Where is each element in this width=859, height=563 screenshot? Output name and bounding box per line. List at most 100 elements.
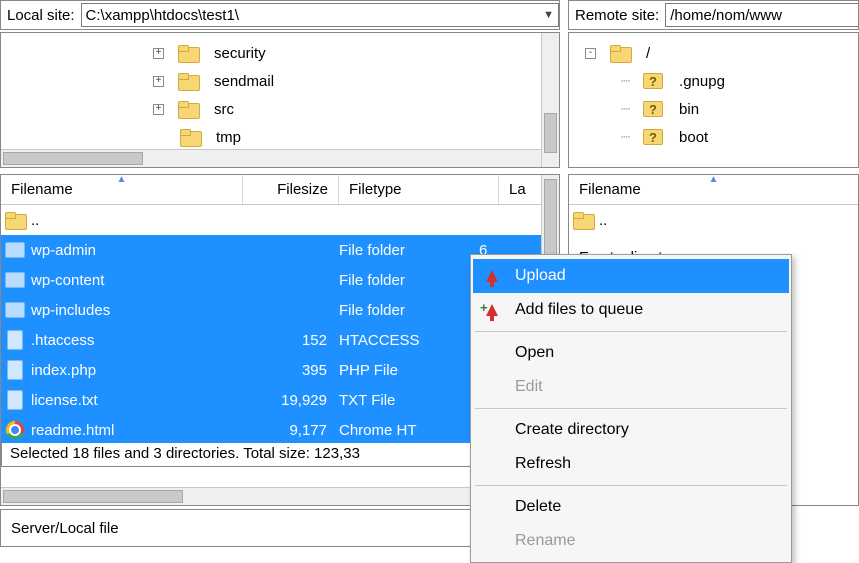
table-row[interactable]: readme.html9,177Chrome HT	[1, 415, 541, 445]
file-name: ..	[29, 212, 243, 229]
table-row[interactable]: wp-includes File folder	[1, 295, 541, 325]
local-tree-hscroll[interactable]	[1, 149, 541, 167]
folder-icon	[178, 45, 198, 61]
menu-item-label: Delete	[515, 498, 561, 516]
file-name: license.txt	[29, 392, 243, 409]
file-size: 9,177	[243, 422, 339, 439]
file-name: wp-content	[29, 272, 243, 289]
menu-item-label: Upload	[515, 267, 566, 285]
menu-item-label: Open	[515, 344, 554, 362]
tree-item[interactable]: ┈?.gnupg	[577, 67, 854, 95]
file-name: wp-admin	[29, 242, 243, 259]
tree-item[interactable]: -/	[577, 39, 854, 67]
tree-item[interactable]: ┈?boot	[577, 123, 854, 151]
menu-item-upload[interactable]: Upload	[473, 259, 789, 293]
file-name: index.php	[29, 362, 243, 379]
local-site-bar: Local site: C:\xampp\htdocs\test1\ ▼	[0, 0, 560, 30]
file-icon	[7, 360, 23, 380]
tree-item[interactable]: + sendmail	[9, 67, 555, 95]
folder-icon	[5, 242, 25, 258]
queue-col-server-local: Server/Local file	[11, 520, 119, 537]
col-filetype[interactable]: Filetype	[339, 175, 499, 204]
col-filename[interactable]: ▲ Filename	[1, 175, 243, 204]
folder-icon	[178, 101, 198, 117]
parent-dir: ..	[597, 212, 811, 229]
remote-site-bar: Remote site: /home/nom/www	[568, 0, 859, 30]
file-name: .htaccess	[29, 332, 243, 349]
menu-item-rename: Rename	[473, 524, 789, 558]
remote-tree-pane: -/┈?.gnupg┈?bin┈?boot	[568, 32, 859, 168]
file-type: TXT File	[339, 392, 479, 409]
menu-item-label: Create directory	[515, 421, 629, 439]
menu-item-create-directory[interactable]: Create directory	[473, 413, 789, 447]
tree-item[interactable]: +src	[9, 95, 555, 123]
sort-asc-icon: ▲	[117, 174, 127, 185]
tree-item-label: /	[646, 45, 650, 62]
menu-separator	[475, 408, 787, 409]
file-size: 395	[243, 362, 339, 379]
local-tree-pane: + security + sendmail +srctmp	[0, 32, 560, 168]
table-row[interactable]: wp-content File folder	[1, 265, 541, 295]
context-menu: Upload Add files to queue Open Edit Create d…	[470, 254, 792, 563]
add-queue-icon	[486, 304, 498, 316]
menu-separator	[475, 485, 787, 486]
menu-item-refresh[interactable]: Refresh	[473, 447, 789, 481]
file-type: File folder	[339, 302, 479, 319]
upload-icon	[486, 270, 498, 282]
menu-item-open[interactable]: Open	[473, 336, 789, 370]
expand-toggle[interactable]: -	[585, 48, 596, 59]
local-path-combo[interactable]: C:\xampp\htdocs\test1\ ▼	[81, 3, 559, 27]
tree-item-label: boot	[679, 129, 708, 146]
tree-item-label: .gnupg	[679, 73, 725, 90]
file-name: wp-includes	[29, 302, 243, 319]
file-name: readme.html	[29, 422, 243, 439]
table-row[interactable]: license.txt19,929TXT File	[1, 385, 541, 415]
table-row[interactable]: ..	[1, 205, 541, 235]
menu-separator	[475, 331, 787, 332]
tree-item[interactable]: + security	[9, 39, 555, 67]
expand-toggle[interactable]: +	[153, 76, 164, 87]
file-size: 19,929	[243, 392, 339, 409]
unknown-folder-icon: ?	[643, 73, 663, 89]
file-size: 152	[243, 332, 339, 349]
list-item[interactable]: ..	[569, 205, 858, 235]
file-type: File folder	[339, 242, 479, 259]
unknown-folder-icon: ?	[643, 129, 663, 145]
tree-item-label: security	[214, 45, 266, 62]
expand-toggle[interactable]: +	[153, 48, 164, 59]
file-type: File folder	[339, 272, 479, 289]
file-icon	[7, 330, 23, 350]
folder-icon	[5, 272, 25, 288]
table-row[interactable]: index.php395PHP File	[1, 355, 541, 385]
local-list-hscroll[interactable]	[1, 487, 541, 505]
tree-item-label: bin	[679, 101, 699, 118]
menu-item-label: Refresh	[515, 455, 571, 473]
remote-path-combo[interactable]: /home/nom/www	[665, 3, 858, 27]
file-type: Chrome HT	[339, 422, 479, 439]
sort-asc-icon: ▲	[709, 174, 719, 185]
expand-toggle[interactable]: +	[153, 104, 164, 115]
menu-item-add-files-to-queue[interactable]: Add files to queue	[473, 293, 789, 327]
local-site-label: Local site:	[7, 7, 75, 24]
file-type: HTACCESS	[339, 332, 479, 349]
menu-item-label: Edit	[515, 378, 543, 396]
table-row[interactable]: wp-adminFile folder6	[1, 235, 541, 265]
local-tree-vscroll[interactable]	[541, 33, 559, 167]
tree-item-label: sendmail	[214, 73, 274, 90]
folder-icon	[610, 45, 630, 61]
menu-item-label: Add files to queue	[515, 301, 643, 319]
folder-icon	[178, 73, 198, 89]
file-icon	[7, 390, 23, 410]
tree-item[interactable]: ┈?bin	[577, 95, 854, 123]
col-remote-filename[interactable]: ▲ Filename	[569, 175, 858, 204]
table-row[interactable]: .htaccess152HTACCESS	[1, 325, 541, 355]
unknown-folder-icon: ?	[643, 101, 663, 117]
chrome-icon	[6, 421, 24, 439]
menu-item-delete[interactable]: Delete	[473, 490, 789, 524]
tree-item[interactable]: tmp	[9, 123, 555, 151]
col-filesize[interactable]: Filesize	[243, 175, 339, 204]
menu-item-edit: Edit	[473, 370, 789, 404]
folder-icon	[5, 212, 25, 228]
menu-item-label: Rename	[515, 532, 575, 550]
folder-icon	[180, 129, 200, 145]
